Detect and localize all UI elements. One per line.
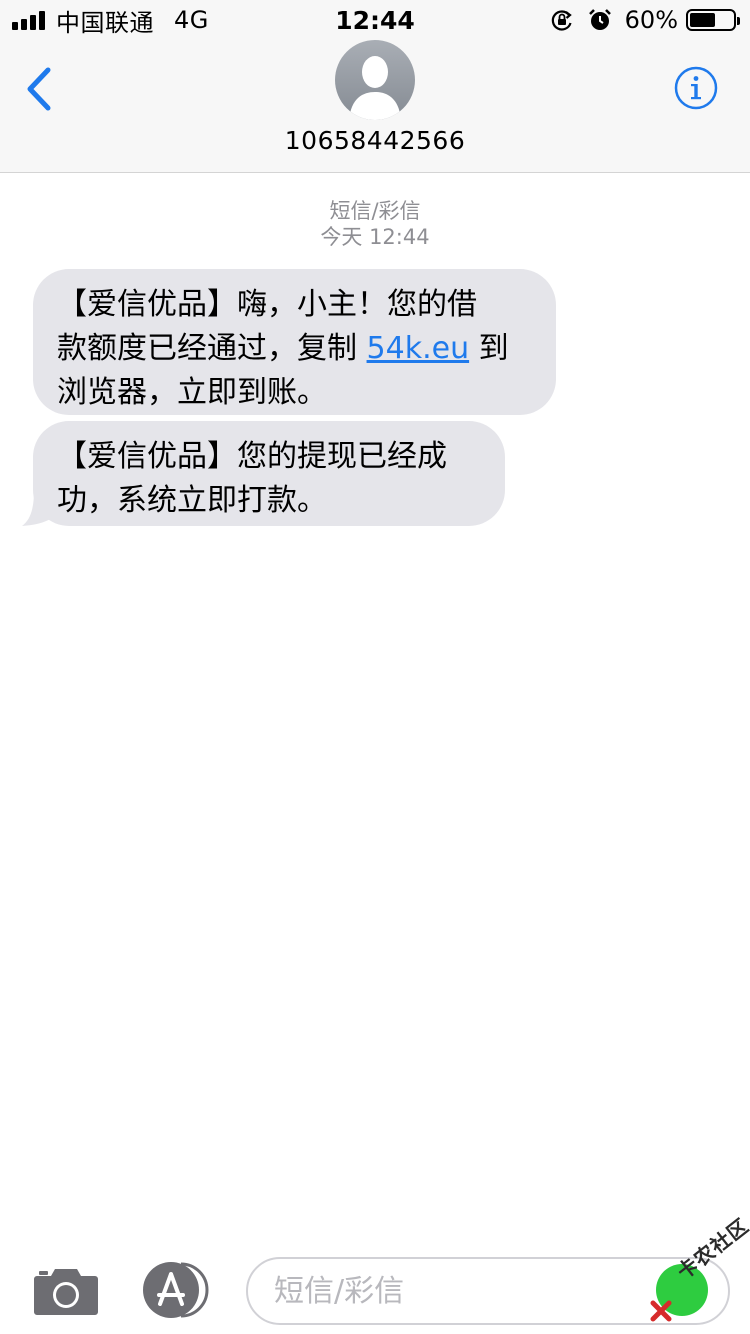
message-line: 功，系统立即打款。 <box>57 483 327 518</box>
message-text: 到 <box>469 331 509 366</box>
alarm-icon <box>588 9 611 30</box>
message-line: 浏览器，立即到账。 <box>57 375 327 410</box>
orientation-lock-icon <box>551 10 572 31</box>
message-text: 款额度已经通过，复制 <box>57 331 367 366</box>
messages-screen: 中国联通 4G 12:44 60% 10658442566 短信/彩信 今天 1… <box>0 0 750 1334</box>
message-link[interactable]: 54k.eu <box>367 331 470 366</box>
app-store-icon[interactable] <box>141 1262 213 1318</box>
message-timestamp: 今天 12:44 <box>320 225 430 249</box>
message-bubble[interactable]: 【爱信优品】嗨，小主！您的借 款额度已经通过，复制 54k.eu 到 浏览器，立… <box>33 269 556 415</box>
message-line: 【爱信优品】嗨，小主！您的借 <box>57 287 477 322</box>
contact-number[interactable]: 10658442566 <box>0 126 750 155</box>
watermark-text: 卡农社区 <box>672 1213 750 1285</box>
message-bubble[interactable]: 【爱信优品】您的提现已经成 功，系统立即打款。 <box>33 421 505 526</box>
status-right: 60% <box>549 6 740 34</box>
back-chevron-icon[interactable] <box>22 64 58 114</box>
status-bar: 中国联通 4G 12:44 60% <box>0 0 750 40</box>
watermark-mark <box>650 1300 672 1322</box>
battery-percent: 60% <box>624 6 678 34</box>
watermark-logo: 卡农社区 <box>648 1213 750 1330</box>
message-line: 款额度已经通过，复制 54k.eu 到 <box>57 327 530 371</box>
camera-icon[interactable] <box>33 1264 99 1316</box>
battery-icon <box>686 9 740 31</box>
conversation-meta: 短信/彩信 今天 12:44 <box>0 198 750 250</box>
message-line: 【爱信优品】您的提现已经成 <box>57 439 447 474</box>
conversation-header: 10658442566 <box>0 40 750 173</box>
info-icon[interactable] <box>674 66 718 110</box>
service-label: 短信/彩信 <box>329 199 421 223</box>
avatar-icon[interactable] <box>335 40 415 120</box>
